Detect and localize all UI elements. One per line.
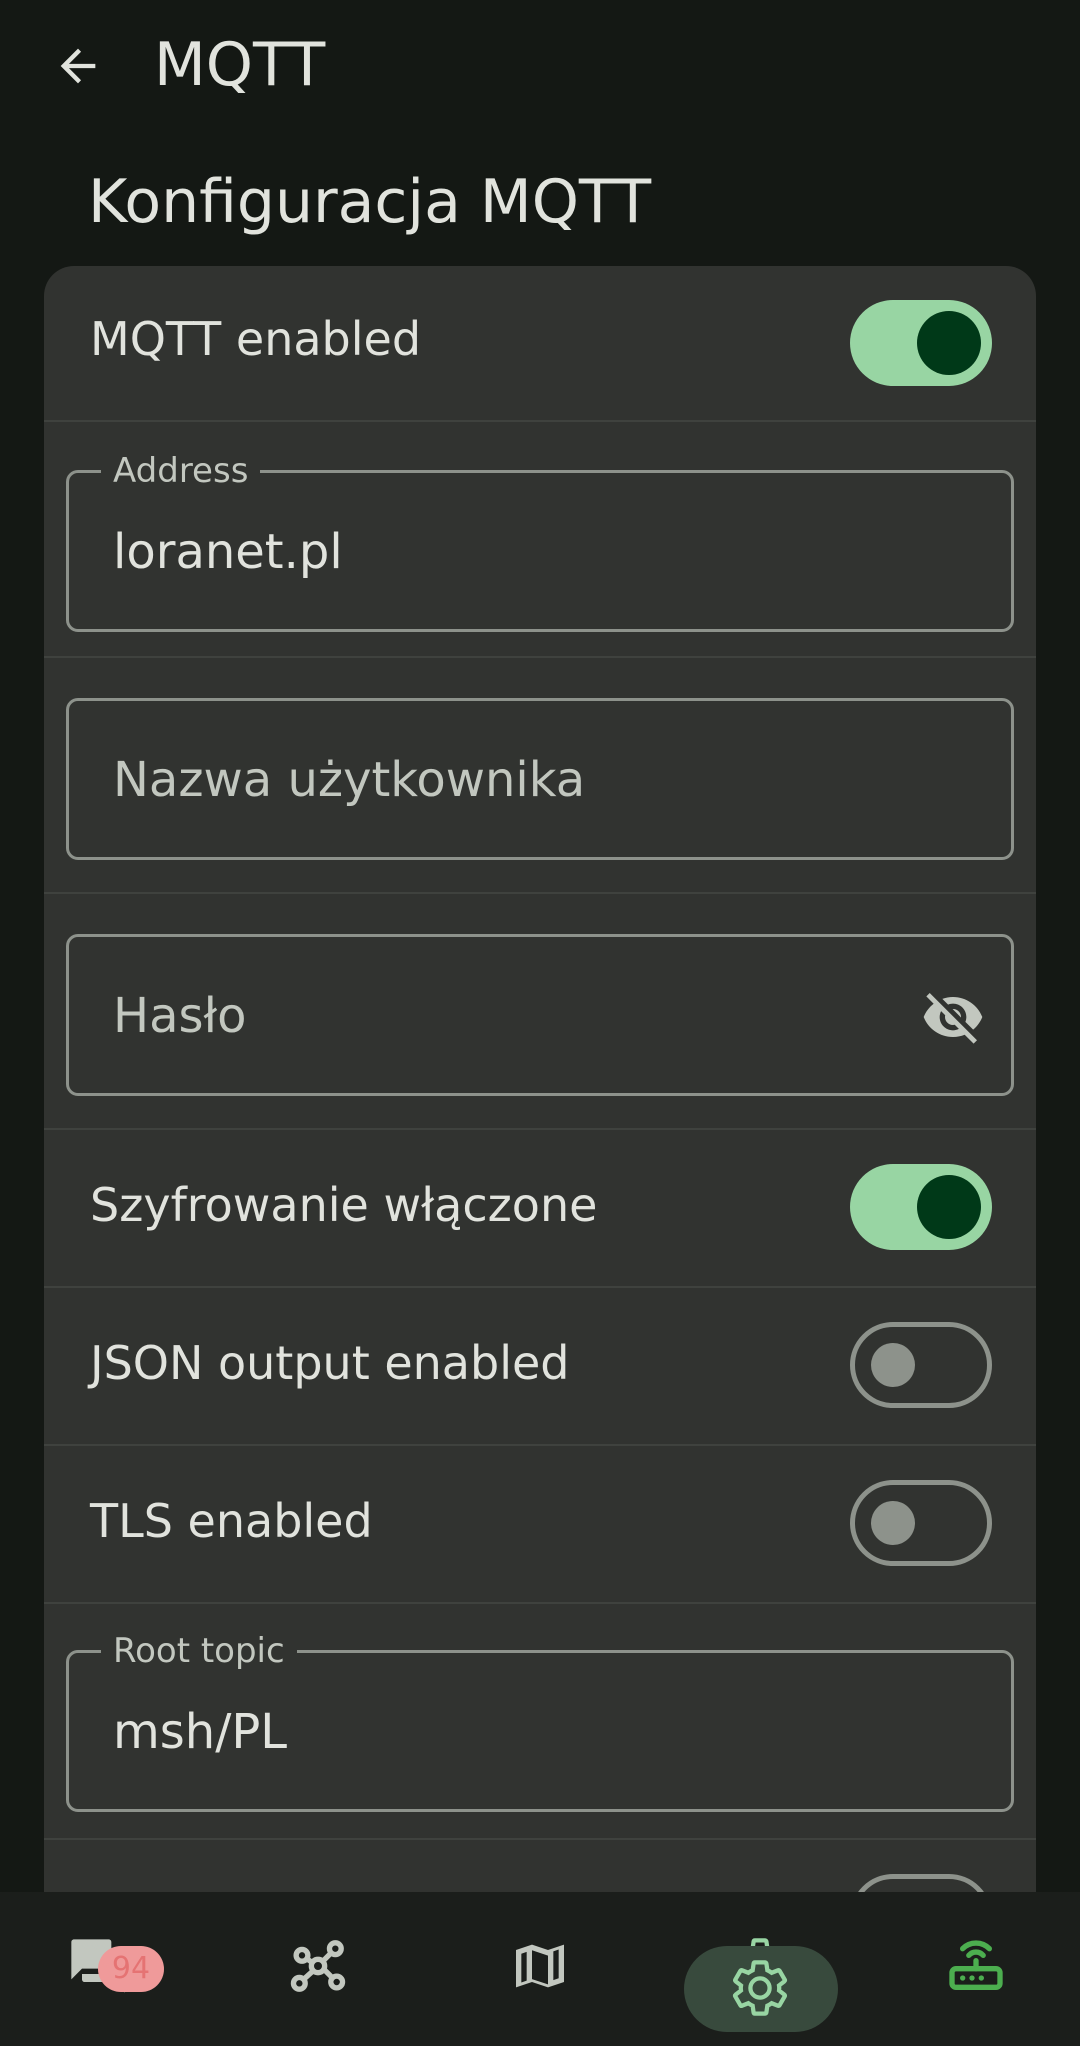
app-bar: MQTT	[0, 0, 1080, 130]
encryption-label: Szyfrowanie włączone	[90, 1178, 598, 1232]
switch-thumb	[917, 1175, 981, 1239]
encryption-switch[interactable]	[850, 1164, 992, 1250]
map-icon	[516, 1944, 564, 1988]
address-field[interactable]: Address loranet.pl	[66, 451, 1014, 632]
json-output-row[interactable]: JSON output enabled	[44, 1288, 1036, 1446]
toggle-password-visibility-button[interactable]	[921, 985, 985, 1049]
switch-thumb	[871, 1501, 915, 1545]
back-button[interactable]	[40, 28, 116, 104]
section-title: Konfiguracja MQTT	[88, 167, 652, 237]
network-icon	[290, 1940, 346, 1992]
address-label: Address	[101, 451, 261, 491]
encryption-row[interactable]: Szyfrowanie włączone	[44, 1130, 1036, 1288]
username-field[interactable]: Nazwa użytkownika	[66, 698, 1014, 860]
switch-thumb	[871, 1343, 915, 1387]
json-output-switch[interactable]	[850, 1322, 992, 1408]
tls-row[interactable]: TLS enabled	[44, 1446, 1036, 1604]
address-row: Address loranet.pl	[44, 422, 1036, 658]
switch-thumb	[917, 311, 981, 375]
mqtt-enabled-row[interactable]: MQTT enabled	[44, 266, 1036, 422]
unread-badge: 94	[98, 1946, 164, 1992]
json-output-label: JSON output enabled	[90, 1336, 570, 1390]
password-row: Hasło	[44, 894, 1036, 1130]
root-topic-value: msh/PL	[113, 1704, 288, 1760]
visibility-off-icon	[923, 993, 983, 1044]
root-topic-row: Root topic msh/PL	[44, 1604, 1036, 1840]
mqtt-enabled-label: MQTT enabled	[90, 312, 422, 366]
gear-icon	[732, 1960, 788, 2016]
root-topic-field[interactable]: Root topic msh/PL	[66, 1631, 1014, 1812]
address-value: loranet.pl	[113, 524, 343, 580]
tls-switch[interactable]	[850, 1480, 992, 1566]
router-wifi-icon	[949, 1940, 1003, 1990]
username-placeholder: Nazwa użytkownika	[113, 752, 586, 808]
page-title: MQTT	[154, 30, 326, 100]
nav-nodes[interactable]	[216, 1892, 432, 2046]
username-row: Nazwa użytkownika	[44, 658, 1036, 894]
password-placeholder: Hasło	[113, 988, 247, 1044]
tls-label: TLS enabled	[90, 1494, 373, 1548]
password-field[interactable]: Hasło	[66, 934, 1014, 1096]
mqtt-enabled-switch[interactable]	[850, 300, 992, 386]
nav-map[interactable]	[432, 1892, 648, 2046]
nav-connections[interactable]	[864, 1892, 1080, 2046]
arrow-back-icon	[60, 48, 96, 84]
mqtt-settings-card: MQTT enabled Address loranet.pl Nazwa uż…	[44, 266, 1036, 2006]
root-topic-label: Root topic	[101, 1631, 297, 1671]
